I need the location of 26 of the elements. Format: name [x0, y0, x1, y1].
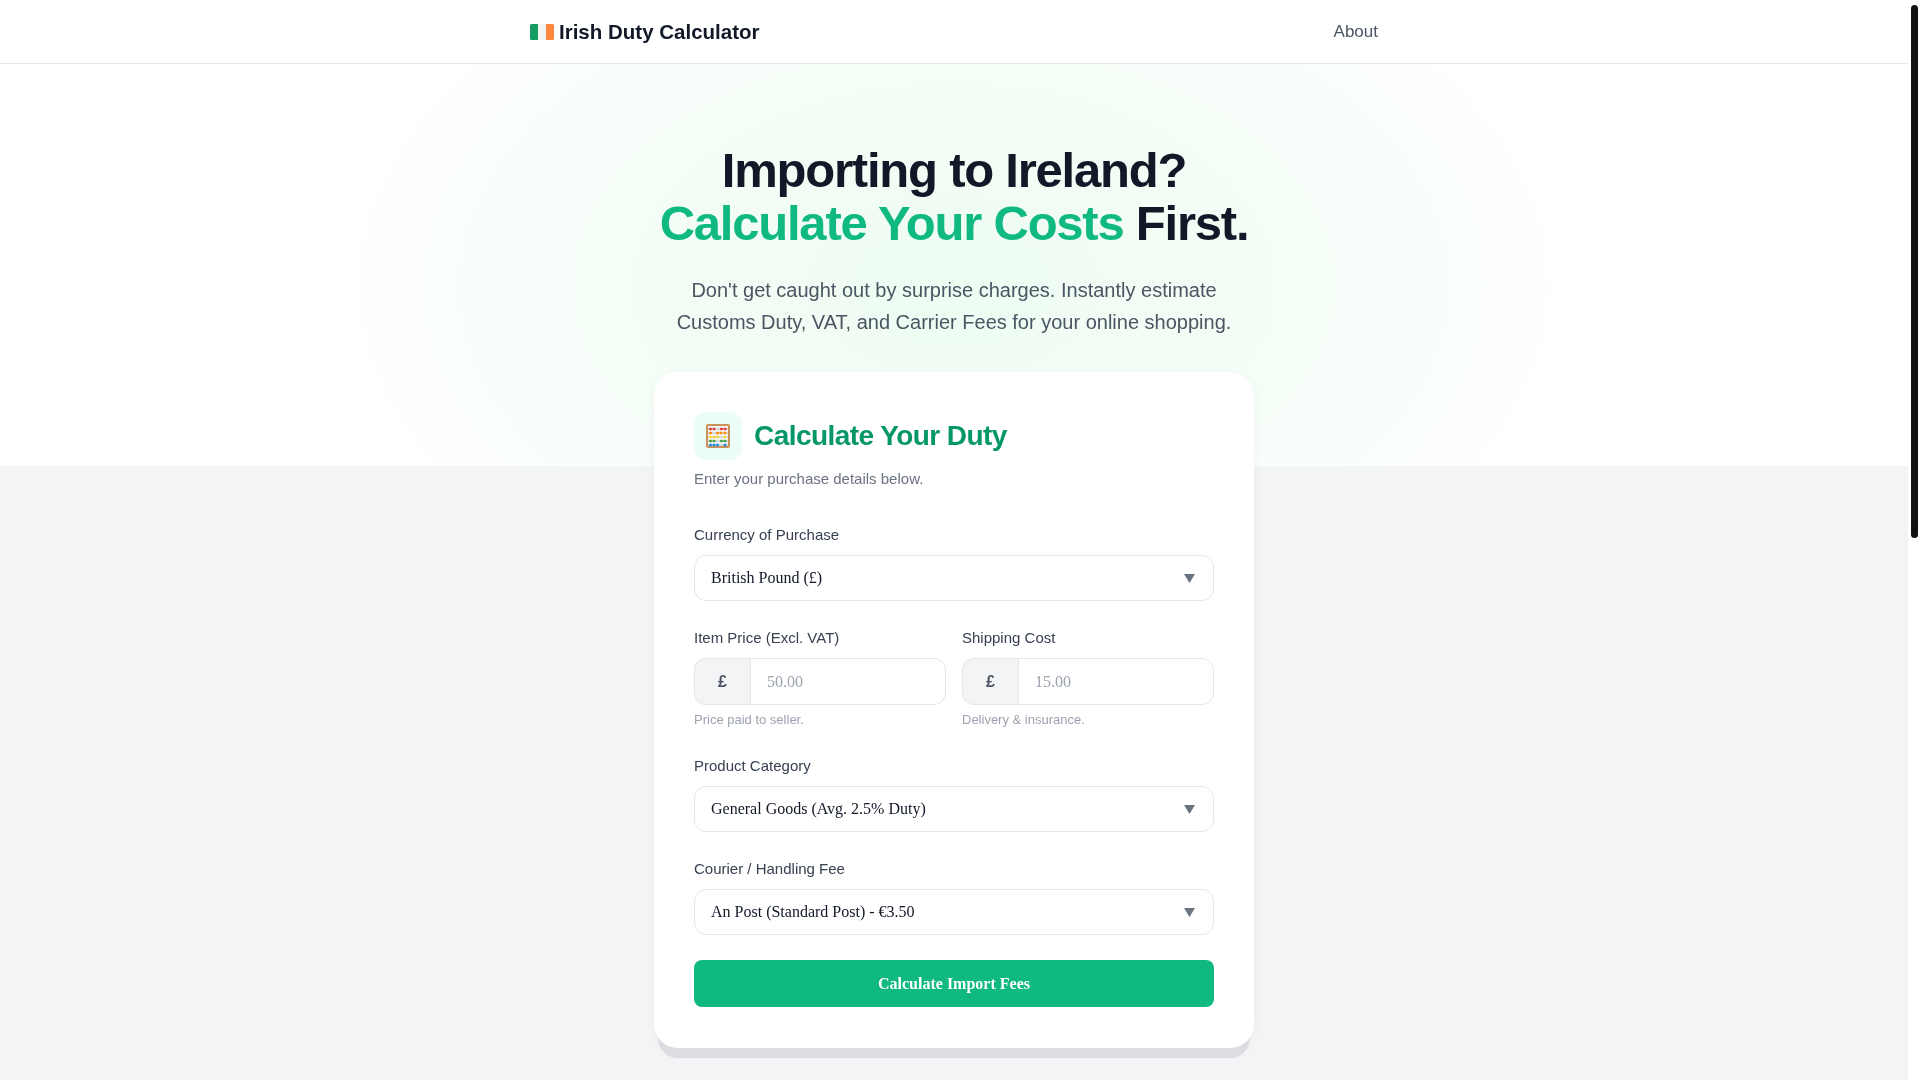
- caret-icon: [1184, 804, 1195, 814]
- field-label: Product Category: [694, 756, 812, 776]
- field-label: Currency of Purchase: [694, 525, 841, 545]
- hero-heading: Importing to Ireland? Calculate Your Costs First.: [659, 144, 1249, 250]
- field-label: Courier / Handling Fee: [694, 859, 846, 879]
- card-title: Calculate Your Duty: [754, 420, 1007, 452]
- caret-icon: [1184, 907, 1195, 917]
- currency-prefix: £: [962, 658, 1018, 705]
- card-description: Enter your purchase details below.: [694, 469, 925, 489]
- field-label: Shipping Cost: [962, 628, 1057, 648]
- dropdown-field[interactable]: An Post (Standard Post) - €3.50: [694, 889, 1214, 935]
- dropdown-field[interactable]: General Goods (Avg. 2.5% Duty): [694, 786, 1214, 832]
- abacus-icon: [694, 412, 742, 460]
- caret-icon: [1184, 573, 1195, 583]
- dropdown-field[interactable]: British Pound (£): [694, 555, 1214, 601]
- field-hint: Price paid to seller.: [694, 711, 805, 729]
- currency-prefix: £: [694, 658, 750, 705]
- price-input[interactable]: 15.00: [1018, 658, 1214, 705]
- field-hint: Delivery & insurance.: [962, 711, 1086, 729]
- scrollbar-thumb[interactable]: [1910, 5, 1918, 538]
- flag-icon: [530, 23, 554, 40]
- field-label: Item Price (Excl. VAT): [694, 628, 841, 648]
- price-input[interactable]: 50.00: [750, 658, 946, 705]
- hero-description: Don't get caught out by surprise charges. Instantly estimate Customs Duty, VAT, and Carrier Fees for your online shopping.: [675, 278, 1233, 335]
- about-link[interactable]: About: [1333, 21, 1378, 42]
- site-logo[interactable]: Irish Duty Calculator: [530, 19, 760, 44]
